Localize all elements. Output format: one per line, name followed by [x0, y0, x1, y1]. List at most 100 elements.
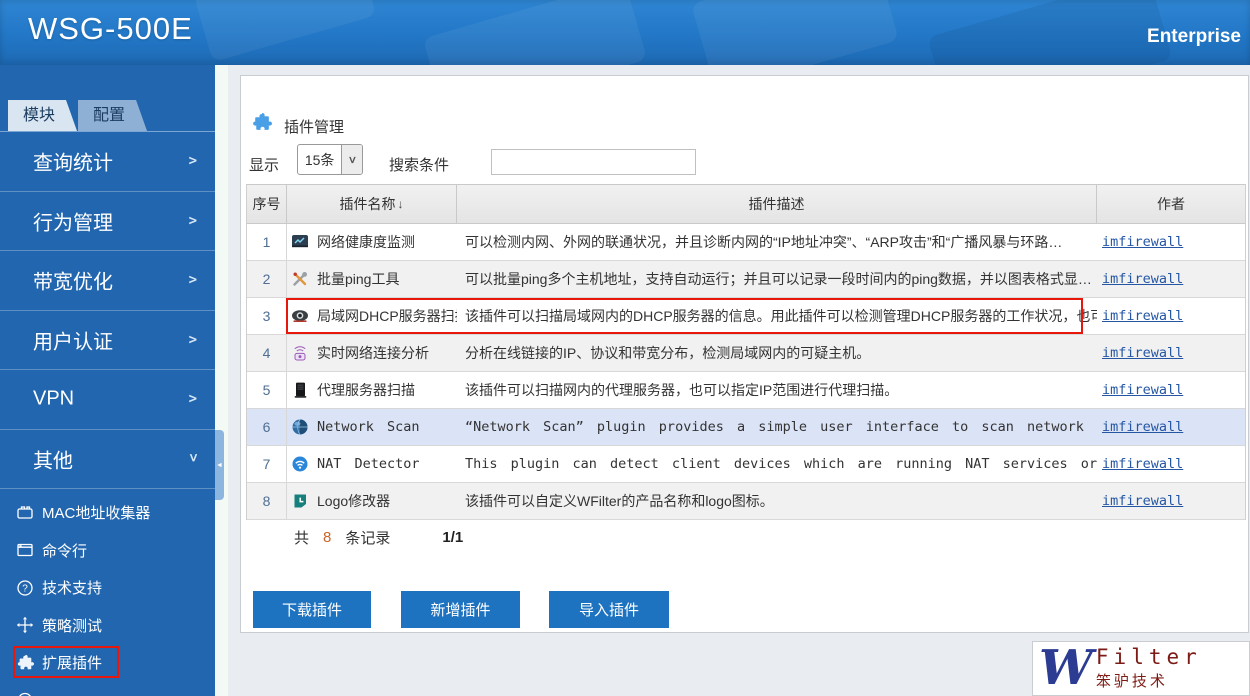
table-row[interactable]: 4 实时网络连接分析 分析在线链接的IP、协议和带宽分布，检测局域网内的可疑主机… — [247, 335, 1245, 372]
command-line-icon — [16, 541, 34, 559]
table-row[interactable]: 8 Logo修改器 该插件可以自定义WFilter的产品名称和logo图标。 i… — [247, 483, 1245, 520]
table-row-selected[interactable]: 6 Network Scan “Network Scan” plugin pro… — [247, 409, 1245, 446]
show-label: 显示 — [249, 157, 280, 174]
sidebar-item-label: 查询统计 — [33, 152, 113, 175]
sidebar-item-bandwidth[interactable]: 带宽优化 > — [0, 251, 215, 311]
puzzle-icon — [16, 654, 34, 672]
col-header-name[interactable]: 插件名称 ↓ — [287, 185, 457, 223]
col-header-no: 序号 — [247, 185, 287, 223]
chevron-down-icon: > — [184, 453, 201, 462]
plugin-name: 实时网络连接分析 — [317, 345, 429, 361]
globe-icon — [291, 418, 309, 436]
sidebar-item-extension-plugins[interactable]: 扩展插件 — [0, 644, 215, 682]
page-indicator: 1/1 — [442, 528, 464, 546]
plugin-name: 代理服务器扫描 — [317, 382, 415, 398]
author-link[interactable]: imfirewall — [1102, 308, 1183, 324]
sidebar-item-label: 技术支持 — [42, 580, 103, 598]
plugin-name: 网络健康度监测 — [317, 234, 415, 250]
chevron-right-icon: > — [188, 212, 197, 229]
plugin-name: NAT Detector — [317, 456, 420, 472]
radar-analysis-icon — [291, 344, 309, 362]
sidebar-item-query-stats[interactable]: 查询统计 > — [0, 132, 215, 192]
author-link[interactable]: imfirewall — [1102, 234, 1183, 250]
sidebar-item-label: 用户认证 — [33, 331, 113, 354]
header-decor-key — [927, 0, 1173, 65]
sidebar-item-policy-test[interactable]: 策略测试 — [0, 607, 215, 645]
import-plugin-button[interactable]: 导入插件 — [549, 591, 669, 628]
question-circle-icon: ? — [16, 579, 34, 597]
product-title: WSG-500E — [28, 11, 193, 46]
plugin-table: 序号 插件名称 ↓ 插件描述 作者 1 网络健康度监测 可以检测内网、外网的联通… — [246, 184, 1246, 520]
author-link[interactable]: imfirewall — [1102, 345, 1183, 361]
content-panel: 插件管理 显示 15条 > 搜索条件 序号 插件名称 ↓ 插件描述 作者 1 网… — [240, 75, 1249, 633]
author-link[interactable]: imfirewall — [1102, 271, 1183, 287]
sidebar-item-label: 其他 — [33, 450, 73, 473]
table-row[interactable]: 7 NAT Detector This plugin can detect cl… — [247, 446, 1245, 483]
sidebar-item-command-line[interactable]: 命令行 — [0, 532, 215, 570]
add-plugin-button[interactable]: 新增插件 — [401, 591, 520, 628]
header-decor-key — [193, 0, 377, 63]
circle-icon — [16, 691, 34, 696]
plugin-name: 局域网DHCP服务器扫描 — [317, 308, 457, 324]
edition-label: Enterprise — [1147, 26, 1241, 47]
row-number: 8 — [247, 483, 287, 519]
chevron-right-icon: > — [188, 272, 197, 289]
sidebar-item-mac-collector[interactable]: MAC地址收集器 — [0, 494, 215, 532]
server-tower-icon — [291, 381, 309, 399]
row-number: 5 — [247, 372, 287, 408]
sidebar-collapse-handle[interactable]: ◄ — [215, 430, 224, 500]
col-header-author: 作者 — [1157, 196, 1185, 212]
sidebar: 模块 配置 查询统计 > 行为管理 > 带宽优化 > 用户认证 > VPN > — [0, 65, 215, 696]
table-row[interactable]: 3 局域网DHCP服务器扫描 该插件可以扫描局域网内的DHCP服务器的信息。用此… — [247, 298, 1245, 335]
logo-company-name: 笨驴技术 — [1095, 673, 1168, 690]
move-arrows-icon — [16, 616, 34, 634]
sidebar-item-label: VPN — [33, 387, 75, 410]
sidebar-item-label: 行为管理 — [33, 212, 113, 235]
plugin-description: 分析在线链接的IP、协议和带宽分布，检测局域网内的可疑主机。 — [465, 345, 871, 361]
author-link[interactable]: imfirewall — [1102, 456, 1183, 472]
mac-collector-icon — [16, 504, 34, 522]
network-health-monitor-icon — [291, 233, 309, 251]
table-header: 序号 插件名称 ↓ 插件描述 作者 — [247, 184, 1245, 224]
author-link[interactable]: imfirewall — [1102, 419, 1183, 435]
sidebar-item-user-auth[interactable]: 用户认证 > — [0, 311, 215, 370]
row-number: 6 — [247, 409, 287, 445]
author-link[interactable]: imfirewall — [1102, 382, 1183, 398]
table-row[interactable]: 2 批量ping工具 可以批量ping多个主机地址，支持自动运行；并且可以记录一… — [247, 261, 1245, 298]
plugin-description: 该插件可以扫描局域网内的DHCP服务器的信息。用此插件可以检测管理DHCP服务器… — [465, 308, 1097, 324]
sidebar-item-vpn[interactable]: VPN > — [0, 370, 215, 430]
sidebar-item-label: 带宽优化 — [33, 271, 113, 294]
table-row[interactable]: 1 网络健康度监测 可以检测内网、外网的联通状况，并且诊断内网的“IP地址冲突”… — [247, 224, 1245, 261]
page: WSG-500E Enterprise 模块 配置 查询统计 > 行为管理 > … — [0, 0, 1250, 696]
plugin-description: “Network Scan” plugin provides a simple … — [465, 419, 1097, 435]
chevron-right-icon: > — [188, 391, 197, 408]
sidebar-item-behavior-mgmt[interactable]: 行为管理 > — [0, 192, 215, 251]
chevron-right-icon: > — [188, 153, 197, 170]
col-header-name-label: 插件名称 — [339, 196, 396, 212]
sidebar-item-label: 扩展插件 — [42, 655, 103, 673]
sidebar-item-others[interactable]: 其他 > — [0, 430, 215, 489]
tab-modules[interactable]: 模块 — [8, 100, 77, 131]
record-count-prefix: 共 — [294, 529, 310, 547]
author-link[interactable]: imfirewall — [1102, 493, 1183, 509]
page-size-select[interactable]: 15条 > — [297, 144, 363, 175]
plugin-description: 可以批量ping多个主机地址，支持自动运行；并且可以记录一段时间内的ping数据… — [465, 271, 1092, 287]
sidebar-item-tech-support[interactable]: ? 技术支持 — [0, 569, 215, 607]
row-number: 4 — [247, 335, 287, 371]
page-title: 插件管理 — [284, 119, 345, 136]
table-row[interactable]: 5 代理服务器扫描 该插件可以扫描网内的代理服务器，也可以指定IP范围进行代理扫… — [247, 372, 1245, 409]
sidebar-item-label: 策略测试 — [42, 617, 103, 635]
sort-desc-icon: ↓ — [397, 197, 404, 211]
chevron-right-icon: > — [188, 331, 197, 348]
search-input[interactable] — [491, 149, 696, 175]
chevron-down-icon: > — [341, 145, 362, 174]
sidebar-item-partial[interactable] — [0, 682, 215, 696]
download-plugin-button[interactable]: 下载插件 — [253, 591, 371, 628]
record-count-suffix: 条记录 — [345, 529, 391, 547]
puzzle-icon — [251, 112, 272, 133]
row-number: 3 — [247, 298, 287, 334]
tab-config[interactable]: 配置 — [78, 100, 147, 131]
record-count: 8 — [323, 528, 332, 546]
col-header-desc: 插件描述 — [457, 185, 1097, 223]
table-footer: 共 8 条记录 1/1 — [246, 520, 1246, 554]
